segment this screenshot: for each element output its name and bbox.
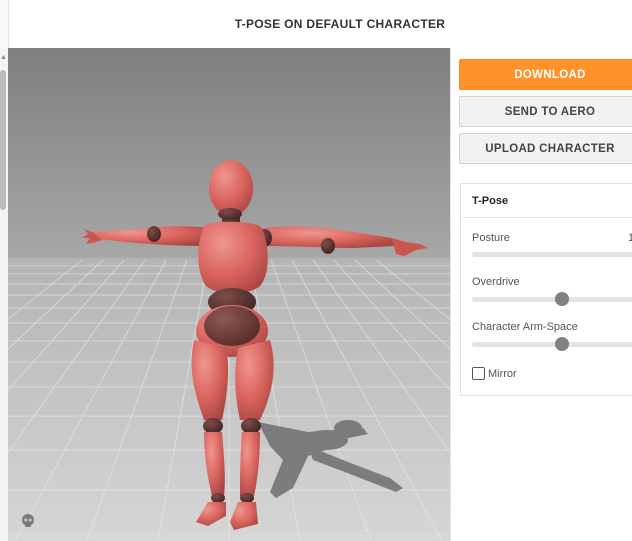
scrollbar-thumb[interactable]	[0, 70, 6, 210]
settings-card: T-Pose Posture 1 Overdrive Character Arm…	[460, 183, 632, 396]
arm-space-slider[interactable]	[472, 337, 632, 351]
send-to-aero-button[interactable]: SEND TO AERO	[459, 96, 632, 127]
arm-space-label: Character Arm-Space	[472, 321, 578, 333]
mirror-checkbox[interactable]	[472, 367, 485, 380]
posture-slider[interactable]	[472, 252, 632, 257]
download-button[interactable]: DOWNLOAD	[459, 59, 632, 90]
page-title: T-POSE ON DEFAULT CHARACTER	[234, 17, 446, 31]
right-panel: DOWNLOAD SEND TO AERO UPLOAD CHARACTER T…	[450, 48, 632, 541]
posture-label: Posture	[472, 232, 510, 244]
arm-space-slider-knob[interactable]	[555, 337, 569, 351]
left-scrollbar[interactable]: ▲	[0, 48, 8, 541]
scroll-up-arrow-icon[interactable]: ▲	[0, 54, 7, 61]
settings-card-header: T-Pose	[461, 184, 632, 218]
settings-card-title: T-Pose	[472, 195, 509, 207]
upload-character-button[interactable]: UPLOAD CHARACTER	[459, 133, 632, 164]
top-bar: T-POSE ON DEFAULT CHARACTER	[0, 0, 632, 48]
posture-value: 1	[628, 232, 632, 244]
3d-scene	[8, 48, 450, 541]
overdrive-label: Overdrive	[472, 276, 520, 288]
overdrive-slider[interactable]	[472, 292, 632, 306]
3d-viewport[interactable]	[8, 48, 450, 541]
mirror-label: Mirror	[488, 368, 517, 380]
skull-icon[interactable]	[20, 513, 36, 529]
overdrive-slider-knob[interactable]	[555, 292, 569, 306]
